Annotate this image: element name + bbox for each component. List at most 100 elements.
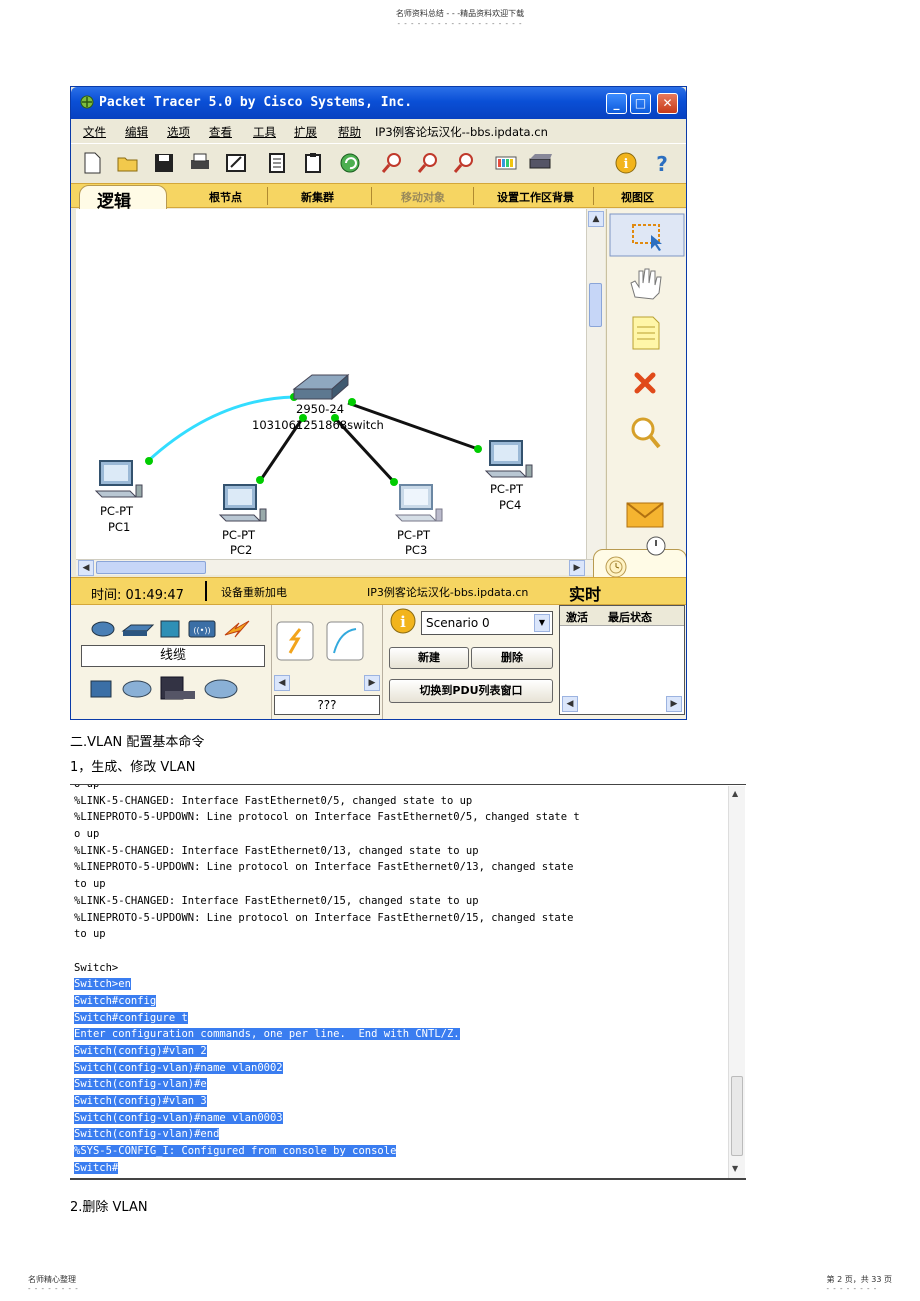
help-icon[interactable]: ? bbox=[649, 150, 675, 176]
wireless-icon[interactable]: ((•)) bbox=[188, 620, 216, 638]
new-cluster-button[interactable]: 新集群 bbox=[301, 189, 334, 205]
app-icon bbox=[80, 95, 94, 109]
menu-help[interactable]: 帮助 bbox=[338, 124, 361, 140]
copy-icon[interactable] bbox=[265, 150, 291, 176]
link-light bbox=[348, 398, 356, 406]
menu-options[interactable]: 选项 bbox=[167, 124, 190, 140]
connections-icon[interactable] bbox=[224, 620, 250, 638]
col-active[interactable]: 激活 bbox=[566, 609, 588, 625]
menu-view[interactable]: 查看 bbox=[209, 124, 232, 140]
viewport-button[interactable]: 视图区 bbox=[621, 189, 654, 205]
print-icon[interactable] bbox=[187, 150, 213, 176]
open-icon[interactable] bbox=[115, 150, 141, 176]
palette-icon[interactable] bbox=[493, 150, 519, 176]
move-object-button[interactable]: 移动对象 bbox=[401, 189, 445, 205]
pc-icon[interactable] bbox=[94, 460, 143, 498]
toggle-pdu-list-button[interactable]: 切换到PDU列表窗口 bbox=[389, 679, 553, 703]
pc-icon[interactable] bbox=[484, 440, 533, 478]
divider bbox=[473, 187, 474, 205]
info-icon[interactable]: i bbox=[613, 150, 639, 176]
scroll-left-icon[interactable]: ◀ bbox=[274, 675, 290, 691]
custom-device-icon[interactable] bbox=[160, 676, 195, 700]
scroll-thumb[interactable] bbox=[589, 283, 602, 327]
workspace-vertical-scrollbar[interactable]: ▲ bbox=[586, 209, 605, 559]
col-last-status[interactable]: 最后状态 bbox=[608, 609, 652, 625]
new-scenario-button[interactable]: 新建 bbox=[389, 647, 469, 669]
device-panel: ((•)) 线缆 ◀ ▶ ??? i Scenario 0 ▼ 新建 删除 切换… bbox=[71, 605, 686, 719]
scroll-up-icon[interactable]: ▲ bbox=[588, 211, 604, 227]
terminal-line: Switch#configure t bbox=[74, 1010, 580, 1027]
svg-text:i: i bbox=[624, 157, 629, 172]
terminal-line: o up bbox=[74, 785, 580, 793]
scenario-select[interactable]: Scenario 0 ▼ bbox=[421, 611, 553, 635]
menu-tools[interactable]: 工具 bbox=[253, 124, 276, 140]
terminal-output: o up %LINK-5-CHANGED: Interface FastEther… bbox=[74, 785, 580, 1177]
svg-text:((•)): ((•)) bbox=[193, 626, 210, 635]
scroll-left-icon[interactable]: ◀ bbox=[562, 696, 578, 712]
set-background-button[interactable]: 设置工作区背景 bbox=[497, 189, 574, 205]
minimize-button[interactable]: _ bbox=[606, 93, 627, 114]
new-icon[interactable] bbox=[79, 150, 105, 176]
terminal-line-text: Switch(config-vlan)#end bbox=[74, 1128, 220, 1141]
save-icon[interactable] bbox=[151, 150, 177, 176]
pc-icon[interactable] bbox=[394, 484, 443, 522]
terminal-line-text: Switch(config)#vlan 2 bbox=[74, 1045, 207, 1057]
device-icon[interactable] bbox=[527, 150, 553, 176]
terminal-line-text: Switch> bbox=[74, 961, 119, 974]
add-pdu-icon[interactable] bbox=[621, 493, 669, 533]
terminal-line-text: Switch#configure t bbox=[74, 1011, 188, 1024]
zoom-reset-icon[interactable] bbox=[415, 150, 441, 176]
maximize-button[interactable]: □ bbox=[630, 93, 651, 114]
wizard-icon[interactable] bbox=[223, 150, 249, 176]
cli-terminal[interactable]: o up %LINK-5-CHANGED: Interface FastEther… bbox=[70, 784, 746, 1180]
scenario-info-icon[interactable]: i bbox=[389, 607, 417, 635]
menu-edit[interactable]: 编辑 bbox=[125, 124, 148, 140]
scroll-left-icon[interactable]: ◀ bbox=[78, 560, 94, 576]
scroll-right-icon[interactable]: ▶ bbox=[666, 696, 682, 712]
packet-tracer-window: Packet Tracer 5.0 by Cisco Systems, Inc.… bbox=[70, 86, 687, 720]
workspace-horizontal-scrollbar[interactable]: ◀ ▶ bbox=[76, 559, 605, 576]
console-cable-icon[interactable] bbox=[326, 621, 364, 661]
scroll-thumb[interactable] bbox=[731, 1076, 743, 1156]
wan-emulation-icon[interactable] bbox=[122, 680, 152, 698]
pc4-type-label: PC-PT bbox=[490, 482, 524, 496]
scroll-thumb[interactable] bbox=[96, 561, 206, 574]
terminal-scrollbar[interactable]: ▲ ▼ bbox=[728, 786, 745, 1178]
terminal-line-text: Switch(config-vlan)#e bbox=[74, 1078, 207, 1091]
link-light bbox=[390, 478, 398, 486]
scroll-up-icon[interactable]: ▲ bbox=[732, 789, 738, 798]
delete-icon[interactable] bbox=[621, 363, 669, 403]
switch-category-icon[interactable] bbox=[121, 624, 155, 636]
title-bar[interactable]: Packet Tracer 5.0 by Cisco Systems, Inc.… bbox=[71, 87, 686, 119]
switch-icon[interactable] bbox=[292, 373, 350, 401]
scroll-right-icon[interactable]: ▶ bbox=[569, 560, 585, 576]
delete-scenario-button[interactable]: 删除 bbox=[471, 647, 553, 669]
chevron-down-icon[interactable]: ▼ bbox=[534, 614, 550, 632]
auto-connection-icon[interactable] bbox=[276, 621, 314, 661]
root-node-button[interactable]: 根节点 bbox=[209, 189, 242, 205]
menu-extensions[interactable]: 扩展 bbox=[294, 124, 317, 140]
power-cycle-button[interactable]: 设备重新加电 bbox=[221, 584, 287, 600]
logical-workspace[interactable]: 2950-24 1031061251868switch PC-PT PC1 PC… bbox=[76, 209, 605, 559]
close-button[interactable]: ✕ bbox=[657, 93, 678, 114]
note-icon[interactable] bbox=[621, 313, 669, 353]
zoom-out-icon[interactable] bbox=[451, 150, 477, 176]
scroll-down-icon[interactable]: ▼ bbox=[732, 1164, 738, 1173]
zoom-in-icon[interactable] bbox=[379, 150, 405, 176]
undo-icon[interactable] bbox=[337, 150, 363, 176]
router-icon[interactable] bbox=[91, 621, 115, 637]
move-hand-icon[interactable] bbox=[621, 263, 669, 303]
select-tool-icon[interactable] bbox=[609, 213, 685, 257]
paste-icon[interactable] bbox=[301, 150, 327, 176]
inspect-icon[interactable] bbox=[621, 413, 669, 453]
link-light bbox=[145, 457, 153, 465]
multiuser-icon[interactable] bbox=[204, 679, 238, 699]
doc-header-dots: - - - - - - - - - - - - - - - - - - - bbox=[397, 20, 523, 28]
end-device-icon[interactable] bbox=[90, 680, 112, 698]
pc1-name-label: PC1 bbox=[108, 520, 130, 534]
scroll-right-icon[interactable]: ▶ bbox=[364, 675, 380, 691]
menu-file[interactable]: 文件 bbox=[83, 124, 106, 140]
pc-icon[interactable] bbox=[218, 484, 267, 522]
hub-icon[interactable] bbox=[160, 620, 180, 638]
terminal-line-text: to up bbox=[74, 878, 106, 891]
